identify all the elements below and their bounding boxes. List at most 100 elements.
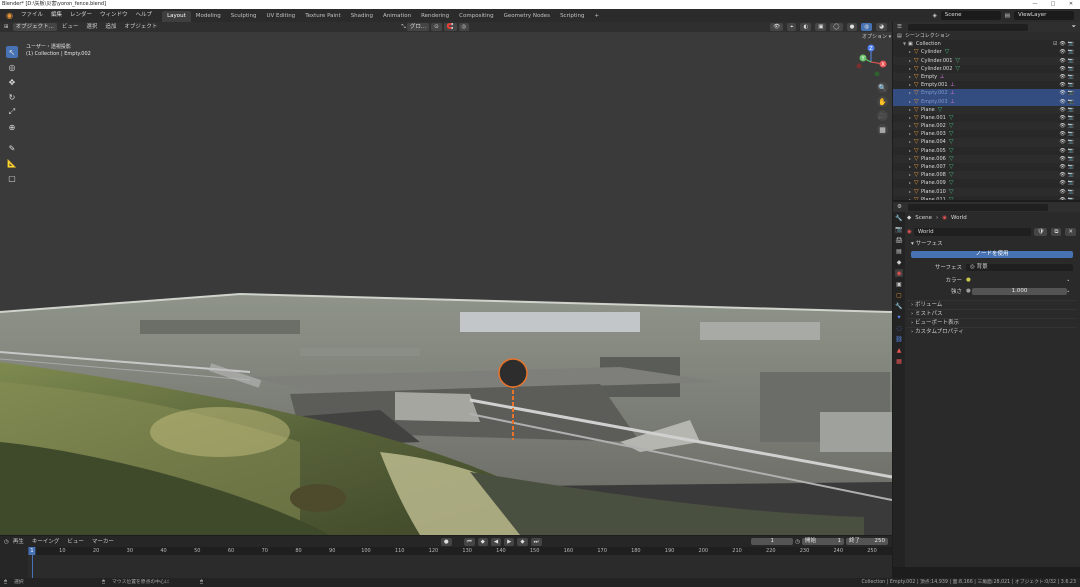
cursor-tool-icon[interactable]: ◎ [6,61,18,73]
world-name-field[interactable]: World [913,228,1032,236]
move-tool-icon[interactable]: ✥ [6,76,18,88]
viewport-menu-object[interactable]: オブジェクト [120,22,161,32]
panel-custom-properties[interactable]: › カスタムプロパティ [907,327,1077,336]
visibility-toggle-icon[interactable]: 👁📷 [1059,155,1076,163]
visibility-toggle-icon[interactable]: 👁📷 [1059,73,1076,81]
timeline-track-area[interactable] [28,555,892,578]
output-tab-icon[interactable]: 🖨 [895,236,903,244]
filter-icon[interactable]: ⏷ [1072,24,1076,31]
outliner-item[interactable]: ▸ ▽ Cylinder.002 ▽ 👁📷 [893,65,1080,73]
tab-sculpting[interactable]: Sculpting [226,11,262,22]
timeline-menu-view[interactable]: ビュー [63,537,88,547]
mesh-data-icon[interactable]: ▽ [949,138,954,146]
grid-view-icon[interactable]: ▦ [877,124,888,135]
tab-geometry-nodes[interactable]: Geometry Nodes [499,11,555,22]
modifier-tab-icon[interactable]: 🔧 [895,302,903,310]
outliner-item[interactable]: ▸ ▽ Plane.004 ▽ 👁📷 [893,138,1080,147]
panel-mist-pass[interactable]: › ミストパス [907,309,1077,318]
timeline-menu-marker[interactable]: マーカー [88,537,118,547]
navigation-gizmo[interactable]: Z X Y [855,42,887,80]
timeline-ruler[interactable]: 1 10 20 30 40 50 60 70 80 90 100 110 120 130 140 150 160… [28,547,892,555]
outliner-item[interactable]: ▸ ▽ Plane.001 ▽ 👁📷 [893,114,1080,122]
visibility-toggle-icon[interactable]: 👁📷 [1059,98,1076,106]
mode-selector[interactable]: オブジェクト... [12,23,57,31]
visibility-toggle-icon[interactable]: 👁📷 [1059,147,1076,155]
viewport-menu-add[interactable]: 追加 [101,22,120,32]
select-tool-icon[interactable]: ↖ [6,46,18,58]
mesh-data-icon[interactable]: ▽ [945,48,950,56]
blender-logo-icon[interactable]: ◉ [2,11,17,20]
collection-tab-icon[interactable]: ▣ [895,280,903,288]
menu-file[interactable]: ファイル [17,9,47,22]
maximize-button[interactable]: □ [1044,0,1062,9]
tab-animation[interactable]: Animation [378,11,416,22]
timeline-menu-keying[interactable]: キーイング [28,537,64,547]
world-tab-icon[interactable]: ◉ [895,269,903,277]
current-frame-field[interactable]: 1 [751,538,794,545]
scene-selector[interactable]: Scene [940,11,1001,20]
properties-search-input[interactable] [907,203,1048,211]
minimize-button[interactable]: — [1026,0,1044,9]
physics-tab-icon[interactable]: ◌ [895,324,903,332]
properties-editor-icon[interactable]: ⚙ [897,204,902,210]
outliner-collection[interactable]: ▼ ▣ Collection ☑👁📷 [893,40,1080,48]
visibility-toggle-icon[interactable]: 👁📷 [1059,57,1076,65]
mesh-data-icon[interactable]: ▽ [949,163,954,171]
scene-tab-icon[interactable]: ◆ [895,258,903,266]
zoom-icon[interactable]: 🔍 [877,82,888,93]
outliner-item[interactable]: ▸ ▽ Empty.001 ⟂ 👁📷 [893,81,1080,89]
visibility-toggle-icon[interactable]: 👁📷 [1059,122,1076,130]
outliner-editor-icon[interactable]: ☰ [897,24,902,30]
strength-field[interactable]: 1.000 [972,287,1067,295]
outliner-search-input[interactable] [907,23,1028,31]
outliner-item[interactable]: ▸ ▽ Plane.007 ▽ 👁📷 [893,163,1080,171]
start-frame-field[interactable]: 開始 1 [802,538,844,545]
visibility-toggle-icon[interactable]: 👁📷 [1059,89,1076,97]
menu-help[interactable]: ヘルプ [132,9,157,22]
transform-tool-icon[interactable]: ⊕ [6,121,18,133]
play-reverse-icon[interactable]: ◀ [490,537,502,546]
close-button[interactable]: ✕ [1062,0,1080,9]
keyframe-dot-icon[interactable]: • [1067,278,1073,283]
mesh-data-icon[interactable]: ▽ [949,130,954,138]
visibility-toggle-icon[interactable]: 👁📷 [1059,196,1076,200]
data-tab-icon[interactable]: ▲ [895,346,903,354]
pivot-icon[interactable]: ⊙ [431,23,442,31]
empty-data-icon[interactable]: ⟂ [951,81,955,89]
overlay-toggle-icon[interactable]: ◐ [800,23,812,31]
jump-end-icon[interactable]: ⏭ [530,537,542,546]
visibility-toggles-icon[interactable]: ☑👁📷 [1053,40,1076,48]
duplicate-world-icon[interactable]: ⧉ [1051,228,1062,236]
outliner-item[interactable]: ▸ ▽ Cylinder ▽ 👁📷 [893,48,1080,56]
transform-orientation-selector[interactable]: グロ... [406,23,430,31]
tab-layout[interactable]: Layout [162,10,191,22]
playhead-line[interactable] [32,555,33,578]
visibility-toggle-icon[interactable]: 👁📷 [1059,130,1076,138]
shading-material-icon[interactable]: ◍ [861,23,873,31]
mesh-data-icon[interactable]: ▽ [955,57,960,65]
next-keyframe-icon[interactable]: ◆ [517,537,528,546]
outliner-item[interactable]: ▸ ▽ Empty.002 ⟂ 👁📷 [893,89,1080,98]
viewport-menu-select[interactable]: 選択 [82,22,101,32]
menu-edit[interactable]: 編集 [47,9,66,22]
shading-wireframe-icon[interactable]: ◯ [830,23,843,31]
outliner-item[interactable]: ▸ ▽ Plane.009 ▽ 👁📷 [893,179,1080,187]
tab-texture-paint[interactable]: Texture Paint [300,11,346,22]
outliner-item[interactable]: ▸ ▽ Plane.005 ▽ 👁📷 [893,147,1080,155]
mesh-data-icon[interactable]: ▽ [949,188,954,196]
add-cube-tool-icon[interactable]: ▢ [6,172,18,184]
mesh-data-icon[interactable]: ▽ [955,65,960,73]
surface-shader-selector[interactable]: ◎ 背景 [966,263,1073,271]
world-browse-icon[interactable]: ◉ [907,229,912,235]
3d-viewport[interactable]: ⊞ オブジェクト... ビュー 選択 追加 オブジェクト ⤡ グロ... ⊙ 🧲… [0,22,892,535]
outliner-item[interactable]: ▸ ▽ Empty ⟂ 👁📷 [893,72,1080,82]
outliner-item[interactable]: ▸ ▽ Plane.002 ▽ 👁📷 [893,122,1080,131]
pan-hand-icon[interactable]: ✋ [877,96,888,107]
scale-tool-icon[interactable]: ⤢ [6,106,18,118]
menu-window[interactable]: ウィンドウ [96,9,132,22]
viewport-menu-view[interactable]: ビュー [58,22,83,32]
timeline-menu-playback[interactable]: 再生 [9,537,28,547]
mesh-data-icon[interactable]: ▽ [949,147,954,155]
mesh-data-icon[interactable]: ▽ [949,179,954,187]
outliner-item[interactable]: ▸ ▽ Plane.011 ▽ 👁📷 [893,196,1080,200]
